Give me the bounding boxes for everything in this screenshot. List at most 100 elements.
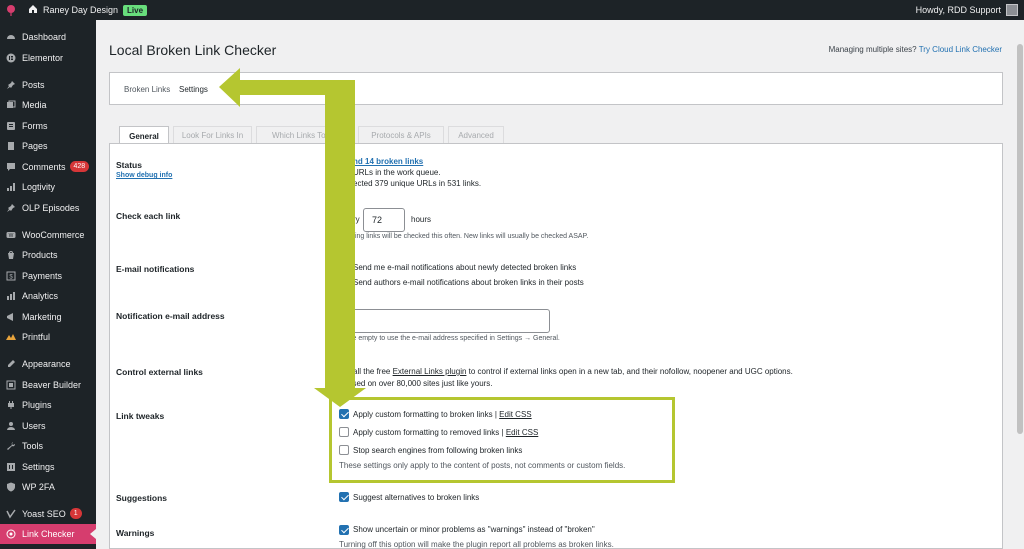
sidebar-item-wp-2fa[interactable]: WP 2FA <box>0 477 96 496</box>
sidebar-item-label: Yoast SEO <box>22 508 66 519</box>
external-links-pre: all the free <box>353 367 391 376</box>
suggest-alternatives-checkbox[interactable] <box>339 492 349 502</box>
sidebar-item-label: Printful <box>22 331 51 342</box>
settings-icon <box>0 462 22 472</box>
sidebar-item-woocommerce[interactable]: W WooCommerce <box>0 225 96 244</box>
logtivity-icon <box>0 182 22 192</box>
site-name: Raney Day Design <box>43 5 119 15</box>
show-debug-info-link[interactable]: Show debug info <box>116 172 172 179</box>
marketing-icon <box>0 312 22 322</box>
page-scrollbar[interactable] <box>1016 20 1024 549</box>
sidebar-item-link-checker[interactable]: Link Checker <box>0 524 96 544</box>
sidebar-item-logtivity[interactable]: Logtivity <box>0 177 96 196</box>
notify-authors-option[interactable]: Send authors e-mail notifications about … <box>353 278 584 287</box>
main-tabs: Broken Links Settings <box>109 72 1003 105</box>
sidebar-item-label: Payments <box>22 270 63 281</box>
show-warnings-checkbox[interactable] <box>339 525 349 535</box>
sidebar-item-appearance[interactable]: Appearance <box>0 354 96 373</box>
yoast-count-badge: 1 <box>69 508 82 519</box>
notification-email-input[interactable] <box>340 309 550 333</box>
sidebar-item-payments[interactable]: $ Payments <box>0 266 96 285</box>
scrollbar-thumb[interactable] <box>1017 44 1023 434</box>
sidebar-item-label: Link Checker <box>22 529 75 539</box>
sidebar-item-yoast-seo[interactable]: Yoast SEO 1 <box>0 504 96 523</box>
subtab-advanced[interactable]: Advanced <box>448 126 504 144</box>
users-icon <box>0 421 22 431</box>
sidebar-item-label: WP 2FA <box>22 481 55 492</box>
sidebar-item-posts[interactable]: Posts <box>0 75 96 94</box>
shield-icon <box>0 482 22 492</box>
pin-icon <box>0 203 22 213</box>
sidebar-item-tools[interactable]: Tools <box>0 436 96 455</box>
subtab-protocols-apis[interactable]: Protocols & APIs <box>358 126 444 144</box>
cloud-promo: Managing multiple sites? Try Cloud Link … <box>829 45 1002 54</box>
site-name-link[interactable]: Raney Day Design Live <box>22 4 153 16</box>
sidebar-item-analytics[interactable]: Analytics <box>0 286 96 305</box>
notification-email-label: Notification e-mail address <box>116 311 225 321</box>
notify-me-option[interactable]: Send me e-mail notifications about newly… <box>353 263 576 272</box>
sidebar-item-label: OLP Episodes <box>22 202 80 213</box>
page-title: Local Broken Link Checker <box>109 42 277 58</box>
external-links-plugin-link[interactable]: External Links plugin <box>393 367 467 376</box>
suggestions-label: Suggestions <box>116 493 168 503</box>
subtab-which-links-to-check[interactable]: Which Links To Ch <box>256 126 354 144</box>
check-every-prefix: ry <box>353 215 360 224</box>
dashboard-icon <box>0 32 22 42</box>
warnings-label: Warnings <box>116 528 155 538</box>
sidebar-item-marketing[interactable]: Marketing <box>0 307 96 326</box>
sidebar-item-dashboard[interactable]: Dashboard <box>0 27 96 46</box>
sidebar-item-label: Forms <box>22 120 48 131</box>
sidebar-item-label: Beaver Builder <box>22 379 82 390</box>
sidebar-item-comments[interactable]: Comments 428 <box>0 157 96 176</box>
sidebar-item-label: Posts <box>22 79 45 90</box>
sidebar-item-label: Elementor <box>22 52 64 63</box>
notification-email-description: ve empty to use the e-mail address speci… <box>349 335 560 342</box>
home-icon <box>28 4 38 16</box>
sidebar-item-label: Tools <box>22 440 44 451</box>
sidebar-item-label: Users <box>22 420 46 431</box>
suggest-alternatives-label: Suggest alternatives to broken links <box>353 493 480 502</box>
sidebar-item-printful[interactable]: Printful <box>0 327 96 346</box>
avatar <box>1006 4 1018 16</box>
subtab-look-for-links-in[interactable]: Look For Links In <box>173 126 252 144</box>
sidebar-item-plugins[interactable]: Plugins <box>0 395 96 414</box>
forms-icon <box>0 121 22 131</box>
broken-links-count-link[interactable]: nd 14 broken links <box>353 157 423 166</box>
sidebar-item-label: Dashboard <box>22 31 67 42</box>
sidebar-item-label: Logtivity <box>22 181 56 192</box>
external-links-post: to control if external links open in a n… <box>468 367 793 376</box>
email-notifications-label: E-mail notifications <box>116 264 195 274</box>
try-cloud-link[interactable]: Try Cloud Link Checker <box>919 45 1002 54</box>
tab-broken-links[interactable]: Broken Links <box>124 85 170 94</box>
sidebar-item-label: Pages <box>22 140 48 151</box>
woocommerce-icon: W <box>0 230 22 240</box>
tab-settings[interactable]: Settings <box>179 85 208 94</box>
admin-bar: Raney Day Design Live Howdy, RDD Support <box>0 0 1024 20</box>
sidebar-item-label: Products <box>22 249 58 260</box>
sidebar-item-users[interactable]: Users <box>0 416 96 435</box>
wordpress-logo-icon[interactable] <box>0 0 22 20</box>
pin-icon <box>0 80 22 90</box>
sidebar-item-media[interactable]: Media <box>0 95 96 114</box>
external-links-sites-text: used on over 80,000 sites just like your… <box>348 379 493 388</box>
sidebar-item-forms[interactable]: Forms <box>0 116 96 135</box>
sidebar-item-olp-episodes[interactable]: OLP Episodes <box>0 198 96 217</box>
sidebar-item-products[interactable]: Products <box>0 245 96 264</box>
sidebar-item-label: Appearance <box>22 358 71 369</box>
link-checker-icon <box>0 529 22 539</box>
analytics-icon <box>0 291 22 301</box>
external-links-text: all the free External Links plugin to co… <box>353 367 793 376</box>
check-interval-input[interactable]: 72 <box>363 208 405 232</box>
sidebar-item-settings[interactable]: Settings <box>0 457 96 476</box>
sidebar-item-elementor[interactable]: Elementor <box>0 48 96 67</box>
check-interval-description: ting links will be checked this often. N… <box>353 233 589 240</box>
sidebar-item-label: Marketing <box>22 311 62 322</box>
account-menu[interactable]: Howdy, RDD Support <box>916 0 1018 20</box>
link-tweaks-highlight-box <box>329 397 675 483</box>
sidebar-item-pages[interactable]: Pages <box>0 136 96 155</box>
comments-icon <box>0 162 22 172</box>
control-external-links-label: Control external links <box>116 367 203 377</box>
sidebar-item-beaver-builder[interactable]: Beaver Builder <box>0 375 96 394</box>
settings-panel <box>109 143 1003 549</box>
printful-icon <box>0 332 22 342</box>
